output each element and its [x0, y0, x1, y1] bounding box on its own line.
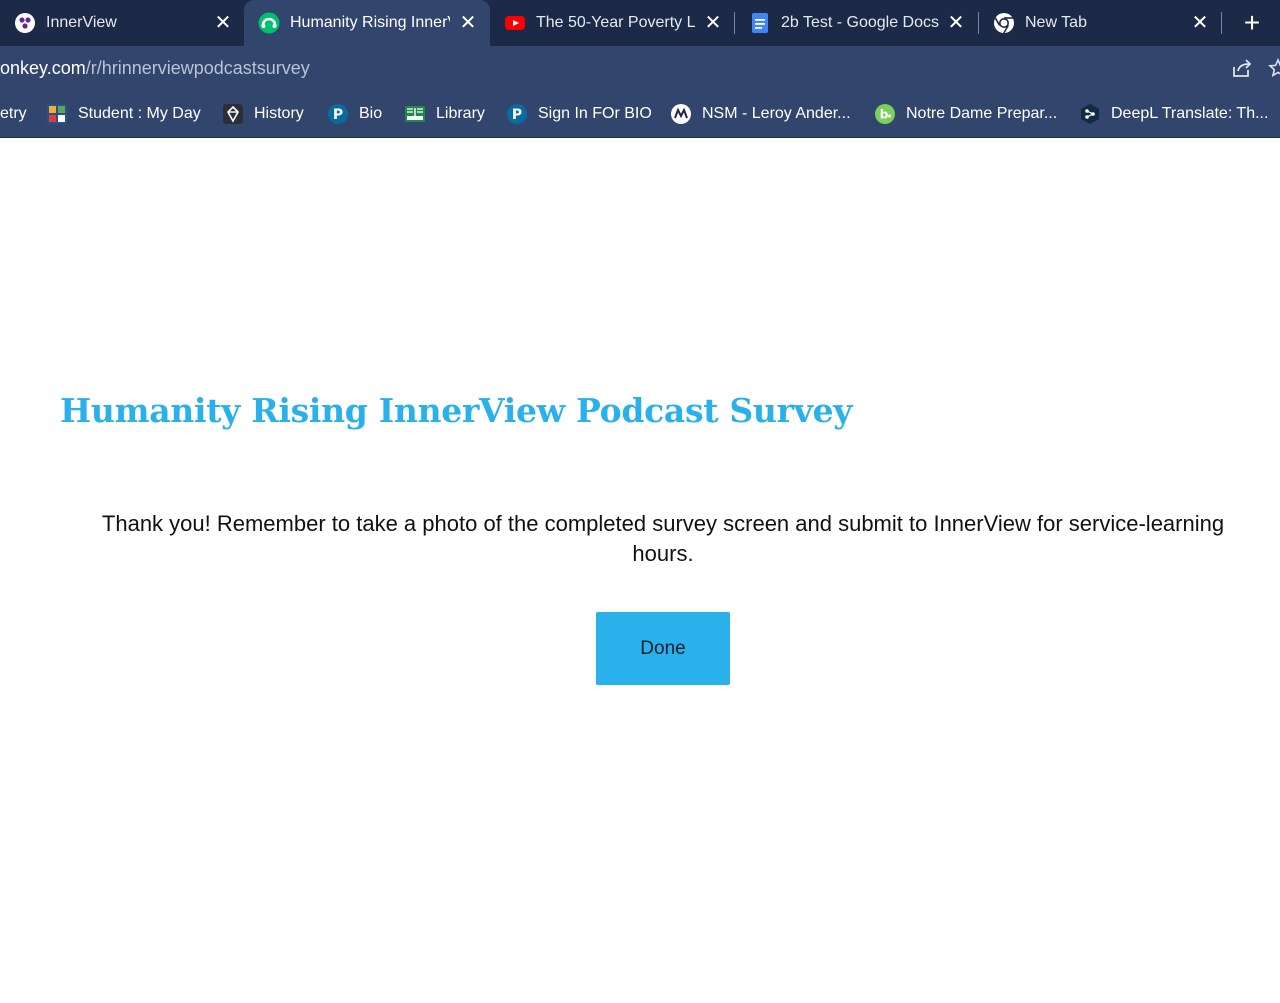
tab-title: Humanity Rising InnerView Podcast Survey	[290, 14, 450, 31]
close-tab-icon[interactable]: ✕	[211, 11, 235, 35]
tab-google-docs[interactable]: 2b Test - Google Docs ✕	[735, 0, 978, 46]
tab-title: InnerView	[46, 14, 117, 31]
url-path: /r/hrinnerviewpodcastsurvey	[85, 58, 310, 78]
bookmark-item[interactable]: P Sign In FOr BIO	[506, 101, 652, 127]
bb-icon: b	[874, 103, 896, 125]
bookmark-label: Bio	[359, 105, 383, 122]
bookmark-item[interactable]: etry	[0, 101, 27, 127]
bookmark-item[interactable]: History	[222, 101, 304, 127]
youtube-icon	[504, 12, 526, 34]
bookmark-item[interactable]: Library	[404, 101, 485, 127]
tab-innerview[interactable]: InnerView ✕	[0, 0, 244, 46]
bookmark-item[interactable]: P Bio	[327, 101, 382, 127]
chrome-icon	[993, 12, 1015, 34]
address-bar: onkey.com/r/hrinnerviewpodcastsurvey	[0, 46, 1280, 90]
share-icon[interactable]	[1230, 56, 1254, 80]
bookmark-item[interactable]: Student : My Day	[46, 101, 201, 127]
library-book-icon	[404, 103, 426, 125]
tab-strip: InnerView ✕ Humanity Rising InnerView Po…	[0, 0, 1280, 46]
svg-text:P: P	[333, 107, 343, 123]
tab-title: The 50-Year Poverty Line	[536, 14, 696, 31]
svg-text:P: P	[512, 107, 522, 123]
close-tab-icon[interactable]: ✕	[701, 11, 725, 35]
surveymonkey-icon	[258, 12, 280, 34]
survey-title: Humanity Rising InnerView Podcast Survey	[60, 391, 853, 430]
tab-title: New Tab	[1025, 14, 1087, 31]
nsm-icon	[670, 103, 692, 125]
svg-text:b: b	[880, 108, 889, 122]
student-day-icon	[46, 103, 68, 125]
bookmark-item[interactable]: DeepL Translate: Th...	[1079, 101, 1268, 127]
google-docs-icon	[749, 12, 771, 34]
done-button[interactable]: Done	[596, 612, 730, 685]
tab-title: 2b Test - Google Docs	[781, 14, 940, 31]
url-host: onkey.com	[0, 58, 86, 78]
bookmark-label: etry	[0, 105, 27, 122]
bookmark-label: Sign In FOr BIO	[538, 105, 652, 122]
bookmark-star-icon[interactable]	[1268, 58, 1280, 78]
bookmark-item[interactable]: NSM - Leroy Ander...	[670, 101, 851, 127]
bookmark-label: History	[254, 105, 304, 122]
bookmark-label: NSM - Leroy Ander...	[702, 105, 851, 122]
bookmark-label: Student : My Day	[78, 105, 201, 122]
close-tab-icon[interactable]: ✕	[456, 11, 480, 35]
thank-you-message: Thank you! Remember to take a photo of t…	[101, 511, 1225, 566]
pearson-icon: P	[506, 103, 528, 125]
bookmark-item[interactable]: b Notre Dame Prepar...	[874, 101, 1057, 127]
pearson-icon: P	[327, 103, 349, 125]
tab-youtube[interactable]: The 50-Year Poverty Line ✕	[490, 0, 734, 46]
new-tab-button[interactable]: +	[1238, 9, 1266, 38]
survey-page: Humanity Rising InnerView Podcast Survey…	[0, 139, 1280, 1003]
bookmark-label: DeepL Translate: Th...	[1111, 105, 1269, 122]
tab-separator	[1221, 12, 1222, 34]
innerview-icon	[14, 12, 36, 34]
tab-survey[interactable]: Humanity Rising InnerView Podcast Survey…	[244, 0, 490, 46]
close-tab-icon[interactable]: ✕	[1188, 11, 1212, 35]
tab-new-tab[interactable]: New Tab ✕	[979, 0, 1221, 46]
deepl-icon	[1079, 103, 1101, 125]
bookmark-label: Library	[436, 105, 485, 122]
close-tab-icon[interactable]: ✕	[944, 11, 968, 35]
bookmark-label: Notre Dame Prepar...	[906, 105, 1058, 122]
history-site-icon	[222, 103, 244, 125]
bookmarks-bar: etry Student : My Day History P Bio Libr…	[0, 90, 1280, 138]
url-field[interactable]: onkey.com/r/hrinnerviewpodcastsurvey	[0, 57, 310, 79]
